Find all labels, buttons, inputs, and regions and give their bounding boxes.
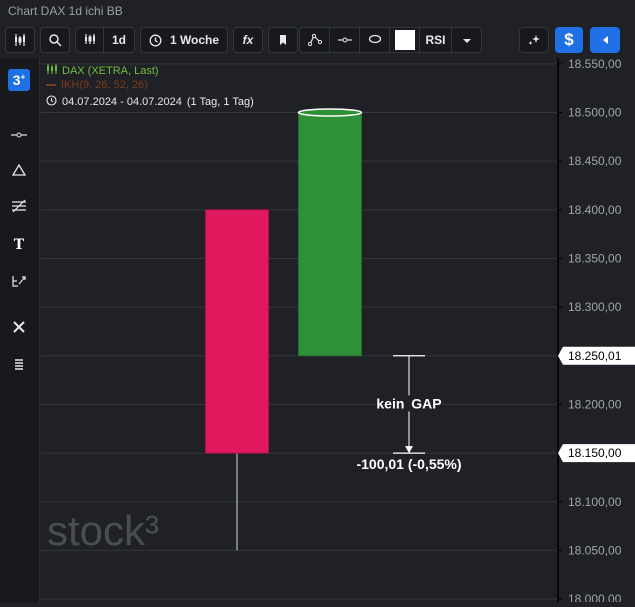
bookmark-icon [278,34,288,46]
list-icon [13,357,25,375]
legend-period: 04.07.2024 - 04.07.2024 (1 Tag, 1 Tag) [46,95,254,109]
annotate-icon [11,274,27,293]
sparkle-button[interactable] [519,27,549,53]
y-tick-label: 18.050,00 [568,543,622,557]
legend-instrument-label: DAX (XETRA, Last) [62,64,159,77]
rsi-button[interactable]: RSI [420,28,452,52]
candle-body[interactable] [298,111,362,357]
candlestick-icon [13,33,27,47]
dollar-button[interactable]: $ [555,27,583,53]
window-title: Chart DAX 1d ichi BB [8,4,123,18]
annotate-tool[interactable] [8,272,30,294]
candlestick-icon [46,63,58,78]
fibonacci-tool[interactable] [8,197,30,219]
range-label: 1 Woche [169,33,220,47]
y-tick-label: 18.300,00 [568,300,622,314]
legend-instrument: DAX (XETRA, Last) [46,63,159,78]
stock3-logo-button[interactable]: 3+ [8,69,30,91]
y-tick-label: 18.000,00 [568,592,622,602]
chart-type-button[interactable] [5,27,35,53]
collapse-panel-button[interactable] [590,27,620,53]
horizontal-line-icon [337,33,352,47]
drawing-tools-group: RSI [299,27,482,53]
y-tick-label: 18.400,00 [568,203,622,217]
chart-area[interactable]: stock³ kein GAP -100,01 (-0,55%) 18.550,0… [41,57,635,606]
search-button[interactable] [40,27,70,53]
sidebar: 3+ T [0,58,40,602]
toolbar: 1d 1 Woche fx RSI $ [0,27,635,55]
range-button[interactable]: 1 Woche [140,27,228,53]
gap-arrow-head [405,446,413,454]
tools-button[interactable] [8,318,30,340]
horizontal-line-tool[interactable] [8,124,30,146]
triangle-icon [11,163,27,181]
candle-selection-marker [297,108,363,117]
clock-icon [46,95,57,109]
more-button[interactable] [452,28,481,52]
clock-icon [149,34,162,47]
color-swatch [394,30,415,50]
y-tick-label: 18.550,00 [568,58,622,71]
interval-button[interactable]: 1d [104,28,134,52]
bars-icon [83,32,97,49]
interval-group: 1d [75,27,135,53]
legend-indicator: IKH(9, 26, 52, 26) [46,79,148,91]
search-icon [48,33,62,47]
candle-body[interactable] [205,209,269,454]
draw-line-icon [307,32,322,49]
sparkle-icon [527,33,541,47]
price-marker-label: 18.150,00 [568,446,622,460]
stock3-watermark: stock³ [47,507,159,554]
stock3-logo-icon: 3+ [12,72,26,88]
tools-icon [12,320,26,339]
dollar-icon: $ [564,30,574,49]
bookmark-button[interactable] [268,27,298,53]
y-tick-label: 18.200,00 [568,397,622,411]
text-icon: T [13,237,25,253]
gap-label: kein GAP [376,395,441,411]
price-marker-label: 18.250,01 [568,349,622,363]
ellipse-button[interactable] [360,28,390,52]
draw-line-button[interactable] [300,28,330,52]
legend-period-label: 04.07.2024 - 04.07.2024 [62,96,182,108]
line-swatch-icon [46,84,56,86]
text-tool[interactable]: T [8,234,30,256]
list-button[interactable] [8,355,30,377]
legend-indicator-label: IKH(9, 26, 52, 26) [61,79,148,91]
fx-button[interactable]: fx [233,27,263,53]
bars-button[interactable] [76,28,104,52]
y-tick-label: 18.450,00 [568,154,622,168]
caret-down-icon [462,33,472,47]
horizontal-line-icon [11,126,27,144]
horizontal-line-button[interactable] [330,28,360,52]
y-tick-label: 18.350,00 [568,251,622,265]
triangle-tool[interactable] [8,161,30,183]
legend-period-detail: (1 Tag, 1 Tag) [186,96,254,108]
y-tick-label: 18.100,00 [568,495,622,509]
fibonacci-icon [11,199,27,218]
ellipse-icon [368,33,382,47]
chart-svg[interactable]: stock³ kein GAP -100,01 (-0,55%) 18.550,0… [41,57,635,606]
gap-change-label: -100,01 (-0,55%) [356,456,461,472]
color-picker-button[interactable] [390,28,420,52]
play-left-icon [601,35,609,45]
y-tick-label: 18.500,00 [568,105,622,119]
